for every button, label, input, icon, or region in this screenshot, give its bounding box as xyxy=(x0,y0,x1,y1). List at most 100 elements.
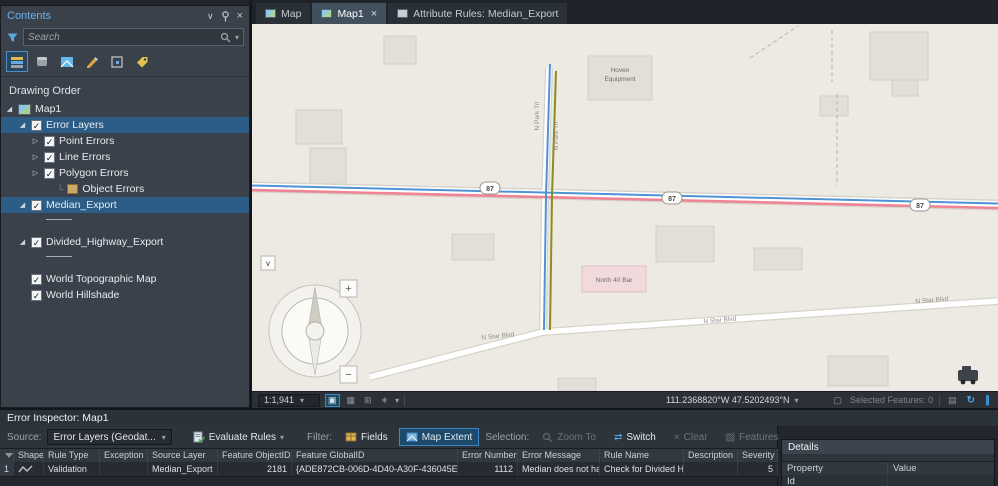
statusbar-list-icon[interactable]: ▤ xyxy=(946,395,959,406)
close-icon[interactable]: × xyxy=(237,10,243,22)
list-by-snapping-button[interactable] xyxy=(106,51,128,72)
compass-rose[interactable] xyxy=(268,284,362,378)
error-cell[interactable]: {ADE872CB-006D-4D40-A30F-436045EFB315} xyxy=(292,462,458,476)
zoom-to-button[interactable]: Zoom To xyxy=(535,428,603,446)
collapse-icon[interactable]: ◢ xyxy=(5,105,14,113)
map-viewport[interactable]: 87 87 87 N Park Trl N Park Trl N Star Bl… xyxy=(252,24,998,391)
error-table-row[interactable]: 1 Validation Median_Export 2181 {ADE872CB-00… xyxy=(0,462,778,477)
list-by-drawing-order-button[interactable] xyxy=(6,51,28,72)
layer-item-world-hillshade[interactable]: ✓ World Hillshade xyxy=(1,287,249,303)
error-cell[interactable]: 2181 xyxy=(218,462,292,476)
expand-icon[interactable]: ▷ xyxy=(31,137,40,145)
column-header-row-selector[interactable] xyxy=(0,449,14,462)
collapse-icon[interactable]: ◢ xyxy=(18,238,27,246)
fields-filter-button[interactable]: Fields xyxy=(338,428,395,446)
filter-funnel-icon[interactable] xyxy=(6,31,19,44)
chevron-down-icon[interactable]: ∨ xyxy=(207,11,214,22)
zoom-out-button[interactable]: − xyxy=(339,365,358,384)
expand-icon[interactable]: ▷ xyxy=(31,153,40,161)
expand-icon[interactable]: ▷ xyxy=(31,169,40,177)
layer-item-median_export[interactable]: ◢ ✓ Median_Export xyxy=(1,197,249,213)
clear-selection-button[interactable]: × Clear xyxy=(667,428,715,446)
layer-item-map1[interactable]: ◢ Map1 xyxy=(1,101,249,117)
street-label-n-park-trl: N Park Trl xyxy=(534,101,541,130)
coordinates-readout[interactable]: 111.2368820°W 47.5202493°N ▾ xyxy=(666,395,798,405)
layer-label: Polygon Errors xyxy=(59,167,129,179)
list-by-editing-button[interactable] xyxy=(81,51,103,72)
map-extent-filter-button[interactable]: Map Extent xyxy=(398,428,480,446)
chevron-down-icon[interactable]: ▾ xyxy=(235,33,239,42)
layer-item-divided_highway_export[interactable]: ◢ ✓ Divided_Highway_Export xyxy=(1,234,249,250)
chevron-down-icon: ▾ xyxy=(280,432,285,442)
error-cell[interactable]: Median_Export xyxy=(148,462,218,476)
layer-visibility-checkbox[interactable]: ✓ xyxy=(44,151,55,163)
overview-collapse-button[interactable]: ∨ xyxy=(260,255,276,271)
map-canvas[interactable]: 87 87 87 N Park Trl N Park Trl N Star Bl… xyxy=(252,24,998,391)
column-header-exception[interactable]: Exception xyxy=(100,449,148,462)
pause-drawing-icon[interactable]: ∥ xyxy=(983,395,992,406)
column-header-shape[interactable]: Shape xyxy=(14,449,44,462)
details-row[interactable]: Id xyxy=(782,475,994,486)
layer-item-polygon-errors[interactable]: ▷ ✓ Polygon Errors xyxy=(1,165,249,181)
column-header-rule-type[interactable]: Rule Type xyxy=(44,449,100,462)
column-header-source-layer[interactable]: Source Layer xyxy=(148,449,218,462)
statusbar-navigate-icon[interactable]: ▣ xyxy=(325,393,340,407)
error-cell[interactable] xyxy=(684,462,738,476)
details-column-property[interactable]: Property xyxy=(782,462,888,475)
error-cell[interactable]: 1 xyxy=(0,462,14,476)
layer-visibility-checkbox[interactable]: ✓ xyxy=(44,135,55,147)
zoom-in-button[interactable]: + xyxy=(339,279,358,298)
line-symbol-swatch[interactable] xyxy=(46,256,72,257)
column-header-error-message[interactable]: Error Message xyxy=(518,449,600,462)
layer-item-point-errors[interactable]: ▷ ✓ Point Errors xyxy=(1,133,249,149)
tab-map[interactable]: Map xyxy=(256,3,311,24)
layer-visibility-checkbox[interactable]: ✓ xyxy=(31,273,42,285)
switch-selection-button[interactable]: ⇄ Switch xyxy=(607,428,663,446)
list-by-labeling-button[interactable] xyxy=(131,51,153,72)
statusbar-pan-icon[interactable]: ∗ xyxy=(379,395,391,406)
layer-item-object-errors[interactable]: └ Object Errors xyxy=(1,181,249,197)
error-cell[interactable]: Check for Divided Hig... xyxy=(600,462,684,476)
column-header-severity[interactable]: Severity xyxy=(738,449,778,462)
column-header-rule-name[interactable]: Rule Name xyxy=(600,449,684,462)
column-header-feature-globalid[interactable]: Feature GlobalID xyxy=(292,449,458,462)
details-column-value[interactable]: Value xyxy=(888,462,994,475)
shape-cell[interactable] xyxy=(14,462,44,476)
tab-attribute-rules[interactable]: Attribute Rules: Median_Export xyxy=(388,3,568,24)
layer-item-line-errors[interactable]: ▷ ✓ Line Errors xyxy=(1,149,249,165)
collapse-icon[interactable]: ◢ xyxy=(18,121,27,129)
error-cell[interactable]: Validation xyxy=(44,462,100,476)
refresh-icon[interactable]: ↻ xyxy=(965,395,977,406)
statusbar-grid-icon[interactable]: ▦ xyxy=(345,395,358,406)
chevron-down-icon[interactable]: ▾ xyxy=(395,396,399,405)
line-symbol-swatch[interactable] xyxy=(46,219,72,220)
column-header-description[interactable]: Description xyxy=(684,449,738,462)
error-cell[interactable]: Median does not hav... xyxy=(518,462,600,476)
pin-icon[interactable] xyxy=(221,10,230,22)
list-by-source-button[interactable] xyxy=(31,51,53,72)
list-by-selection-button[interactable] xyxy=(56,51,78,72)
map-scale-combo[interactable]: 1:1,941 ▾ xyxy=(258,393,320,407)
column-header-feature-objectid[interactable]: Feature ObjectID xyxy=(218,449,292,462)
layer-visibility-checkbox[interactable]: ✓ xyxy=(44,167,55,179)
search-input[interactable] xyxy=(28,31,216,43)
layer-visibility-checkbox[interactable]: ✓ xyxy=(31,236,42,248)
layer-item-error-layers[interactable]: ◢ ✓ Error Layers xyxy=(1,117,249,133)
column-header-error-number[interactable]: Error Number xyxy=(458,449,518,462)
features-button[interactable]: ▧ Features xyxy=(719,428,786,446)
evaluate-rules-button[interactable]: Evaluate Rules ▾ xyxy=(186,428,291,446)
svg-text:+: + xyxy=(345,283,351,295)
statusbar-snap-icon[interactable]: ⊞ xyxy=(362,395,374,406)
error-cell[interactable]: 1112 xyxy=(458,462,518,476)
search-icon[interactable] xyxy=(220,32,231,43)
error-cell[interactable] xyxy=(100,462,148,476)
error-cell[interactable]: 5 xyxy=(738,462,778,476)
layer-visibility-checkbox[interactable]: ✓ xyxy=(31,289,42,301)
close-icon[interactable]: × xyxy=(371,8,377,20)
collapse-icon[interactable]: ◢ xyxy=(18,201,27,209)
layer-visibility-checkbox[interactable]: ✓ xyxy=(31,199,42,211)
layer-item-world-topographic-map[interactable]: ✓ World Topographic Map xyxy=(1,271,249,287)
layer-visibility-checkbox[interactable]: ✓ xyxy=(31,119,42,131)
tab-map1[interactable]: Map1 × xyxy=(312,3,387,24)
source-combo[interactable]: Error Layers (Geodat... ▾ xyxy=(47,429,172,445)
